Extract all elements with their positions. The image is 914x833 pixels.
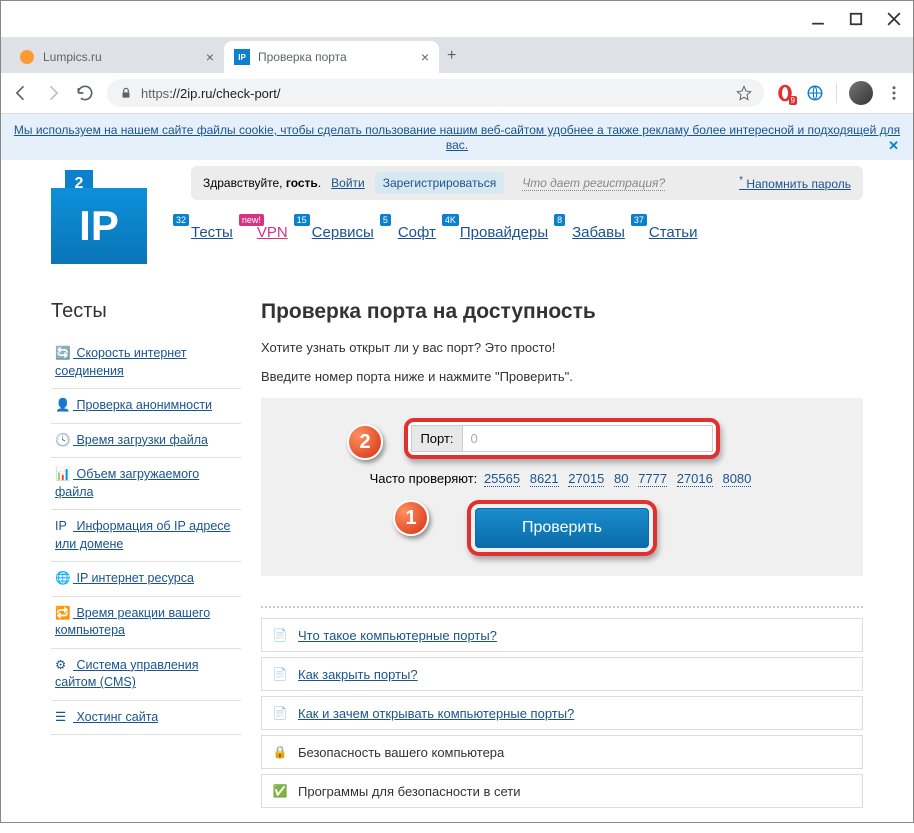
tab-title: Проверка порта xyxy=(258,50,413,64)
faq-item[interactable]: 📄Что такое компьютерные порты? xyxy=(261,618,863,652)
nav-item-забавы[interactable]: 8Забавы xyxy=(572,224,625,241)
nav-item-vpn[interactable]: new!VPN xyxy=(257,224,288,241)
check-button-highlight: Проверить xyxy=(467,500,657,556)
close-icon[interactable] xyxy=(887,12,901,26)
cookie-banner: Мы используем на нашем сайте файлы cooki… xyxy=(1,114,913,160)
logo-big: IP xyxy=(51,188,147,264)
main-content: Проверка порта на доступность Хотите узн… xyxy=(261,300,863,813)
sidebar-item[interactable]: 👤 Проверка анонимности xyxy=(51,389,241,424)
page-title: Проверка порта на доступность xyxy=(261,300,863,324)
freq-port-link[interactable]: 27016 xyxy=(677,471,713,487)
nav-item-провайдеры[interactable]: 4KПровайдеры xyxy=(460,224,548,241)
sidebar-item[interactable]: 📊 Объем загружаемого файла xyxy=(51,458,241,510)
tabs-row: Lumpics.ru × IP Проверка порта × + xyxy=(1,37,913,73)
address-bar[interactable]: https://2ip.ru/check-port/ xyxy=(107,79,764,107)
freq-port-link[interactable]: 8080 xyxy=(722,471,751,487)
bookmark-icon[interactable] xyxy=(736,85,752,101)
freq-port-link[interactable]: 25565 xyxy=(484,471,520,487)
note-icon: 📄 xyxy=(272,666,288,682)
frequent-ports-row: Часто проверяют: 25565 8621 27015 80 777… xyxy=(281,471,843,486)
note-icon: 📄 xyxy=(272,705,288,721)
freq-port-link[interactable]: 8621 xyxy=(530,471,559,487)
tab-title: Lumpics.ru xyxy=(43,50,198,64)
extension-icons: 9 xyxy=(776,81,903,105)
globe-ext-icon[interactable] xyxy=(806,84,824,102)
back-button[interactable] xyxy=(11,83,31,103)
address-bar-row: https://2ip.ru/check-port/ 9 xyxy=(1,73,913,114)
cookie-link[interactable]: Мы используем на нашем сайте файлы cooki… xyxy=(14,123,900,152)
sidebar-item[interactable]: ☰ Хостинг сайта xyxy=(51,701,241,736)
sidebar-item[interactable]: 🔁 Время реакции вашего компьютера xyxy=(51,597,241,649)
register-link[interactable]: Зарегистрироваться xyxy=(375,172,504,194)
nav-item-статьи[interactable]: 37Статьи xyxy=(649,224,698,241)
cookie-close-button[interactable]: ✕ xyxy=(888,138,899,154)
user-bar: Здравствуйте, гость. Войти Зарегистриров… xyxy=(191,166,863,200)
lock-icon: 🔒 xyxy=(272,744,288,760)
port-field-wrap: Порт: xyxy=(404,418,719,459)
tab-check-port[interactable]: IP Проверка порта × xyxy=(224,41,439,73)
sidebar-item[interactable]: IP Информация об IP адресе или домене xyxy=(51,510,241,562)
freq-port-link[interactable]: 80 xyxy=(614,471,628,487)
freq-port-link[interactable]: 7777 xyxy=(638,471,667,487)
annotation-2: 2 xyxy=(347,424,383,460)
nav-item-софт[interactable]: 5Софт xyxy=(398,224,436,241)
tab-close-icon[interactable]: × xyxy=(421,49,429,65)
sidebar-item[interactable]: 🌐 IP интернет ресурса xyxy=(51,562,241,597)
minimize-icon[interactable] xyxy=(811,12,825,26)
faq-item[interactable]: 🔒Безопасность вашего компьютера xyxy=(261,735,863,769)
reload-button[interactable] xyxy=(75,83,95,103)
freq-label: Часто проверяют: xyxy=(370,471,478,486)
site-header: 2 IP Здравствуйте, гость. Войти Зарегист… xyxy=(1,160,913,280)
opera-ext-icon[interactable]: 9 xyxy=(776,84,794,102)
freq-port-link[interactable]: 27015 xyxy=(568,471,604,487)
note-icon: 📄 xyxy=(272,627,288,643)
forward-button[interactable] xyxy=(43,83,63,103)
window-controls xyxy=(1,1,913,37)
nav-item-тесты[interactable]: 32Тесты xyxy=(191,224,233,241)
nav-item-сервисы[interactable]: 15Сервисы xyxy=(312,224,374,241)
remind-password-link[interactable]: * Напомнить пароль xyxy=(739,175,851,191)
port-label: Порт: xyxy=(411,425,462,452)
shield-icon: ✅ xyxy=(272,783,288,799)
favicon-2ip: IP xyxy=(234,49,250,65)
logo[interactable]: 2 IP xyxy=(51,170,161,280)
faq-item[interactable]: ✅Программы для безопасности в сети xyxy=(261,774,863,808)
intro-2: Введите номер порта ниже и нажмите "Пров… xyxy=(261,369,863,384)
url-text: https://2ip.ru/check-port/ xyxy=(141,86,280,101)
new-tab-button[interactable]: + xyxy=(439,39,464,73)
port-check-panel: Порт: Часто проверяют: 25565 8621 27015 … xyxy=(261,398,863,576)
faq-list: 📄Что такое компьютерные порты? 📄Как закры… xyxy=(261,606,863,808)
faq-item[interactable]: 📄Как и зачем открывать компьютерные порт… xyxy=(261,696,863,730)
tab-close-icon[interactable]: × xyxy=(206,49,214,65)
port-input[interactable] xyxy=(463,425,713,452)
sidebar-item[interactable]: ⚙ Система управления сайтом (CMS) xyxy=(51,649,241,701)
lock-icon xyxy=(119,86,133,100)
greeting: Здравствуйте, гость. xyxy=(203,176,321,190)
intro-1: Хотите узнать открыт ли у вас порт? Это … xyxy=(261,340,863,355)
faq-item[interactable]: 📄Как закрыть порты? xyxy=(261,657,863,691)
sidebar-item[interactable]: 🔄 Скорость интернет соединения xyxy=(51,337,241,389)
favicon-lumpics xyxy=(19,49,35,65)
main-nav: 32Тесты new!VPN 15Сервисы 5Софт 4KПровайдеры… xyxy=(191,200,863,251)
login-link[interactable]: Войти xyxy=(331,176,365,190)
check-button[interactable]: Проверить xyxy=(475,508,649,548)
sidebar-item[interactable]: 🕓 Время загрузки файла xyxy=(51,424,241,459)
maximize-icon[interactable] xyxy=(849,12,863,26)
sidebar: Тесты 🔄 Скорость интернет соединения👤 Пр… xyxy=(51,300,241,813)
sidebar-title: Тесты xyxy=(51,300,241,323)
what-gives-link[interactable]: Что дает регистрация? xyxy=(522,176,665,191)
annotation-1: 1 xyxy=(393,500,429,536)
profile-avatar[interactable] xyxy=(849,81,873,105)
tab-lumpics[interactable]: Lumpics.ru × xyxy=(9,41,224,73)
menu-icon[interactable] xyxy=(885,84,903,102)
